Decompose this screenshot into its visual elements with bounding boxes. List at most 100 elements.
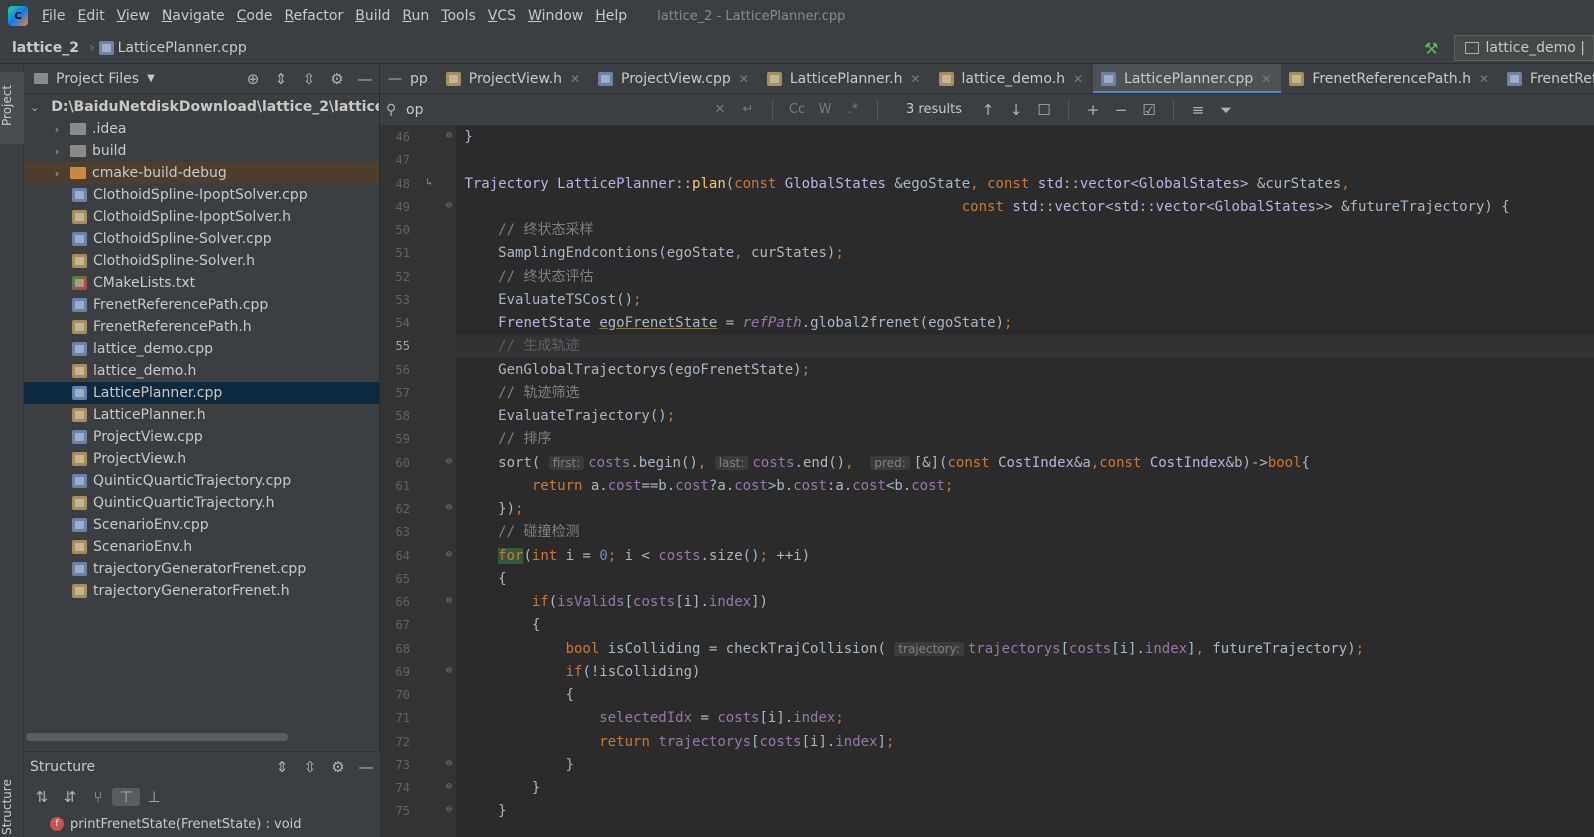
select-all-occurrences-icon[interactable]: ☐ bbox=[1030, 101, 1058, 119]
line-number[interactable]: 75 bbox=[380, 804, 410, 818]
line-number[interactable]: 72 bbox=[380, 735, 410, 749]
minimize-icon[interactable]: — bbox=[351, 70, 379, 88]
menu-view[interactable]: View bbox=[111, 0, 156, 32]
code-area[interactable]: } Trajectory LatticePlanner::plan(const … bbox=[456, 126, 1594, 837]
line-number[interactable]: 62 bbox=[380, 502, 410, 516]
filter-icon[interactable]: ⏷ bbox=[1212, 101, 1240, 119]
menu-tools[interactable]: Tools bbox=[435, 0, 482, 32]
minimize-icon[interactable]: — bbox=[352, 758, 380, 776]
fold-marker-icon[interactable]: ⊖ bbox=[444, 595, 454, 606]
regex-toggle[interactable]: .* bbox=[839, 102, 867, 117]
tree-file[interactable]: trajectoryGeneratorFrenet.h bbox=[24, 580, 379, 602]
project-tool-button[interactable]: Project bbox=[0, 72, 24, 144]
sort-by-type-icon[interactable]: ⇵ bbox=[56, 788, 84, 806]
line-number[interactable]: 50 bbox=[380, 223, 410, 237]
line-number[interactable]: 60 bbox=[380, 456, 410, 470]
menu-edit[interactable]: Edit bbox=[71, 0, 110, 32]
build-hammer-icon[interactable]: ⚒ bbox=[1424, 39, 1438, 58]
whole-words-toggle[interactable]: W bbox=[811, 102, 839, 117]
search-icon[interactable]: ⚲ bbox=[386, 102, 406, 118]
line-number[interactable]: 55 bbox=[380, 339, 410, 353]
add-occurrence-icon[interactable]: + bbox=[1079, 101, 1107, 119]
editor-tab[interactable]: — pp bbox=[380, 64, 438, 93]
line-number[interactable]: 46 bbox=[380, 130, 410, 144]
editor-tab[interactable]: FrenetReferencePath.h ✕ bbox=[1281, 64, 1499, 93]
line-number[interactable]: 59 bbox=[380, 432, 410, 446]
editor-tab[interactable]: LatticePlanner.cpp ✕ bbox=[1093, 64, 1282, 93]
line-number[interactable]: 51 bbox=[380, 246, 410, 260]
tree-file[interactable]: QuinticQuarticTrajectory.h bbox=[24, 492, 379, 514]
tree-folder-build[interactable]: › build bbox=[24, 140, 379, 162]
select-all-icon[interactable]: ☑ bbox=[1135, 101, 1163, 119]
tree-file[interactable]: FrenetReferencePath.cpp bbox=[24, 294, 379, 316]
chevron-right-icon[interactable]: › bbox=[50, 145, 64, 158]
line-number[interactable]: 69 bbox=[380, 665, 410, 679]
menu-help[interactable]: Help bbox=[589, 0, 633, 32]
line-number[interactable]: 66 bbox=[380, 595, 410, 609]
menu-code[interactable]: Code bbox=[231, 0, 279, 32]
locate-file-icon[interactable]: ⊕ bbox=[239, 70, 267, 88]
chevron-down-icon[interactable]: ⌄ bbox=[30, 101, 39, 114]
line-number[interactable]: 52 bbox=[380, 270, 410, 284]
collapse-all-icon[interactable]: ⇳ bbox=[296, 758, 324, 776]
remove-occurrence-icon[interactable]: − bbox=[1107, 101, 1135, 119]
line-number[interactable]: 47 bbox=[380, 153, 410, 167]
fold-marker-icon[interactable]: ⊖ bbox=[444, 502, 454, 513]
gear-icon[interactable]: ⚙ bbox=[324, 758, 352, 776]
editor-tab[interactable]: LatticePlanner.h ✕ bbox=[759, 64, 931, 93]
line-number[interactable]: 73 bbox=[380, 758, 410, 772]
tree-file[interactable]: ProjectView.h bbox=[24, 448, 379, 470]
line-number[interactable]: 48 bbox=[380, 177, 410, 191]
fold-marker-icon[interactable]: ⊖ bbox=[444, 758, 454, 769]
fold-marker-icon[interactable]: ⊖ bbox=[444, 781, 454, 792]
gear-icon[interactable]: ⚙ bbox=[323, 70, 351, 88]
tree-file[interactable]: LatticePlanner.h bbox=[24, 404, 379, 426]
tree-file[interactable]: ClothoidSpline-IpoptSolver.cpp bbox=[24, 184, 379, 206]
tree-file[interactable]: lattice_demo.cpp bbox=[24, 338, 379, 360]
line-number[interactable]: 68 bbox=[380, 642, 410, 656]
line-number[interactable]: 53 bbox=[380, 293, 410, 307]
editor-tab[interactable]: lattice_demo.h ✕ bbox=[931, 64, 1094, 93]
tree-file[interactable]: lattice_demo.h bbox=[24, 360, 379, 382]
tree-folder-cmake-build-debug[interactable]: › cmake-build-debug bbox=[24, 162, 379, 184]
line-number[interactable]: 61 bbox=[380, 479, 410, 493]
collapse-all-icon[interactable]: ⇳ bbox=[295, 70, 323, 88]
tree-folder-idea[interactable]: › .idea bbox=[24, 118, 379, 140]
chevron-right-icon[interactable]: › bbox=[50, 123, 64, 136]
close-tab-icon[interactable]: ✕ bbox=[1261, 72, 1271, 86]
match-case-toggle[interactable]: Cc bbox=[783, 102, 811, 117]
menu-window[interactable]: Window bbox=[522, 0, 589, 32]
horizontal-scrollbar[interactable] bbox=[26, 733, 288, 741]
filter-icon[interactable]: ⑂ bbox=[84, 788, 112, 806]
tree-file[interactable]: CMakeLists.txt bbox=[24, 272, 379, 294]
fold-marker-icon[interactable]: ⊖ bbox=[444, 456, 454, 467]
chevron-down-icon[interactable]: ▼ bbox=[147, 73, 155, 84]
line-number[interactable]: 57 bbox=[380, 386, 410, 400]
line-number[interactable]: 71 bbox=[380, 711, 410, 725]
fold-marker-icon[interactable]: ⊖ bbox=[444, 549, 454, 560]
tree-file[interactable]: ClothoidSpline-Solver.cpp bbox=[24, 228, 379, 250]
close-tab-icon[interactable]: ✕ bbox=[570, 72, 580, 86]
line-number[interactable]: 65 bbox=[380, 572, 410, 586]
line-number[interactable]: 49 bbox=[380, 200, 410, 214]
close-tab-icon[interactable]: ✕ bbox=[1479, 72, 1489, 86]
editor-gutter[interactable]: 46 ⊖ 47 48 ↳ 49 ⊖ 50 51 52 53 54 55 56 57 58 59 60 ⊖ 61 62 ⊖ 6… bbox=[380, 126, 456, 837]
show-inherited-icon[interactable]: ⊥ bbox=[140, 788, 168, 806]
fold-marker-icon[interactable]: ⊖ bbox=[444, 200, 454, 211]
sort-alphabetically-icon[interactable]: ⇅ bbox=[28, 788, 56, 806]
tree-file[interactable]: ScenarioEnv.cpp bbox=[24, 514, 379, 536]
tree-file[interactable]: trajectoryGeneratorFrenet.cpp bbox=[24, 558, 379, 580]
fold-marker-icon[interactable]: ⊖ bbox=[444, 130, 454, 141]
fold-marker-icon[interactable]: ⊖ bbox=[444, 804, 454, 815]
clear-search-icon[interactable]: ✕ bbox=[706, 102, 734, 117]
structure-tool-button[interactable]: Structure bbox=[0, 778, 24, 837]
close-tab-icon[interactable]: ✕ bbox=[739, 72, 749, 86]
arrow-down-icon[interactable]: ↓ bbox=[1002, 101, 1030, 119]
show-fields-icon[interactable]: ⊤ bbox=[112, 788, 140, 806]
tree-file[interactable]: FrenetReferencePath.h bbox=[24, 316, 379, 338]
line-number[interactable]: 67 bbox=[380, 618, 410, 632]
tree-file[interactable]: ScenarioEnv.h bbox=[24, 536, 379, 558]
tree-file[interactable]: ClothoidSpline-Solver.h bbox=[24, 250, 379, 272]
line-number[interactable]: 70 bbox=[380, 688, 410, 702]
close-tab-icon[interactable]: ✕ bbox=[1073, 72, 1083, 86]
